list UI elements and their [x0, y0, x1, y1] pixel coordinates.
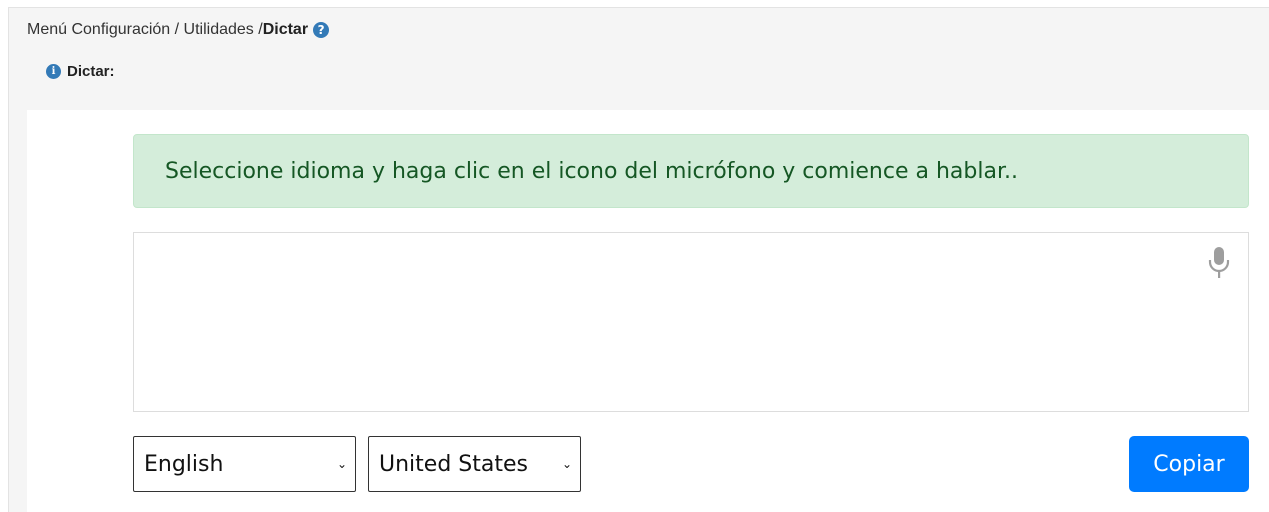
breadcrumb: Menú Configuración / Utilidades / Dictar… — [27, 21, 330, 39]
section-title-label: Dictar: — [67, 63, 115, 80]
language-select[interactable]: English ⌄ — [133, 436, 356, 492]
instructions-alert: Seleccione idioma y haga clic en el icon… — [133, 134, 1249, 208]
country-select[interactable]: United States ⌄ — [368, 436, 581, 492]
microphone-icon[interactable] — [1206, 246, 1232, 280]
alert-message: Seleccione idioma y haga clic en el icon… — [165, 158, 1018, 184]
breadcrumb-path: Menú Configuración / Utilidades / — [27, 21, 263, 38]
section-title: i Dictar: — [46, 63, 115, 80]
help-icon[interactable]: ? — [313, 22, 330, 38]
chevron-down-icon: ⌄ — [336, 457, 347, 471]
breadcrumb-current: Dictar — [262, 21, 309, 38]
copy-button[interactable]: Copiar — [1129, 436, 1249, 492]
country-select-value: United States — [379, 451, 528, 477]
dictation-textarea[interactable] — [133, 232, 1249, 412]
chevron-down-icon: ⌄ — [561, 457, 572, 471]
info-icon[interactable]: i — [46, 64, 61, 79]
language-select-value: English — [144, 451, 224, 477]
